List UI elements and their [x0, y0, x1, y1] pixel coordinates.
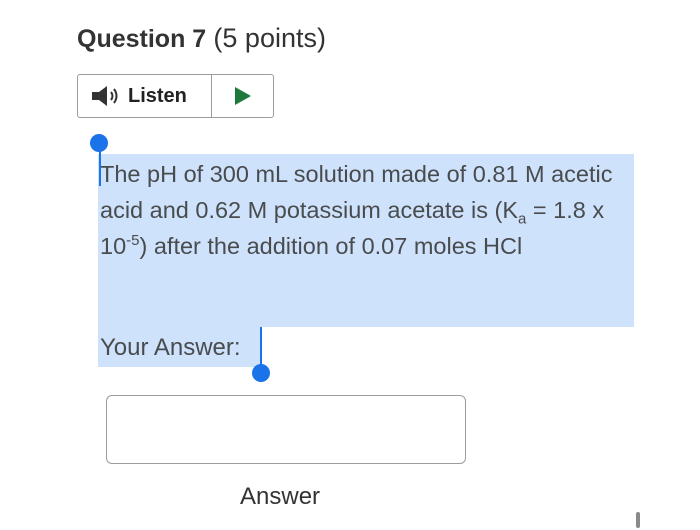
question-points: (5 points) — [213, 23, 326, 53]
selection-start-line — [99, 146, 101, 186]
exponent-superscript: -5 — [126, 232, 140, 250]
selection-end-handle[interactable] — [252, 364, 270, 382]
speaker-icon — [92, 86, 118, 106]
listen-control: Listen — [77, 74, 274, 118]
answer-caption: Answer — [240, 483, 321, 510]
your-answer-label: Your Answer: — [100, 334, 241, 361]
question-text: The pH of 300 mL solution made of 0.81 M… — [100, 156, 634, 264]
question-title: Question 7 — [77, 25, 207, 53]
question-text-part3: ) after the addition of 0.07 moles HCl — [139, 233, 523, 259]
answer-input[interactable] — [106, 395, 466, 464]
selection-start-handle[interactable] — [90, 134, 108, 152]
question-header: Question 7 (5 points) — [77, 22, 326, 55]
listen-button[interactable]: Listen — [78, 75, 212, 117]
listen-label: Listen — [128, 84, 187, 107]
play-icon — [234, 87, 251, 105]
play-button[interactable] — [212, 75, 273, 117]
scrollbar-thumb[interactable] — [636, 512, 640, 528]
